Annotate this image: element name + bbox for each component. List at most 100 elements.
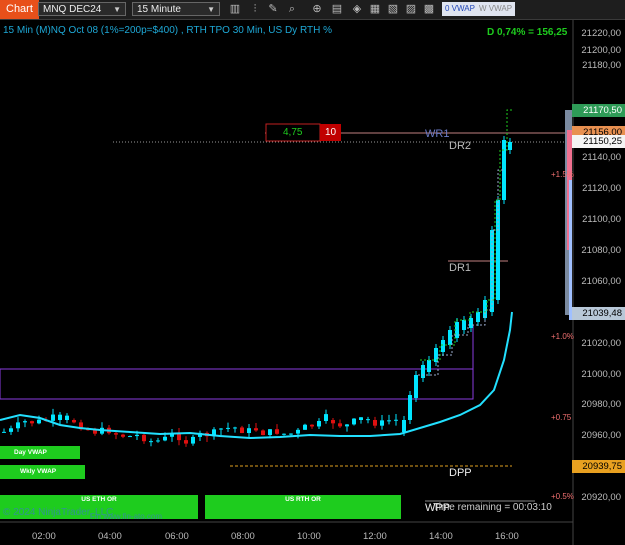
candle-body	[163, 436, 167, 441]
candle-body	[191, 436, 195, 444]
candle-body	[16, 422, 20, 429]
us-eth-or-label: US ETH OR	[81, 496, 117, 503]
candle-body	[414, 375, 418, 398]
candle-body	[37, 419, 41, 424]
time-axis-tick: 10:00	[297, 531, 321, 542]
candle-body	[72, 420, 76, 423]
candle-body	[338, 423, 342, 427]
day-vwap-label: Day VWAP	[14, 449, 47, 456]
candle-body	[275, 429, 279, 434]
candle-body	[421, 365, 425, 378]
wr1-label: WR1	[425, 128, 450, 140]
candle-body	[65, 415, 69, 420]
candle-body	[387, 420, 391, 422]
candle-body	[58, 414, 62, 420]
candle-body	[441, 340, 445, 352]
price-axis-tick: 21020,00	[581, 338, 621, 349]
candle-body	[261, 430, 265, 436]
dpp-label: DPP	[449, 467, 472, 479]
price-axis-tick: 21100,00	[582, 214, 621, 225]
price-chart[interactable]	[0, 0, 625, 545]
candle-body	[310, 424, 314, 427]
candle-body	[156, 440, 160, 442]
percent-label: +0.5%	[551, 492, 574, 501]
candle-body	[380, 420, 384, 426]
price-axis-tick: 21080,00	[581, 245, 621, 256]
candle-body	[30, 421, 34, 424]
candle-body	[317, 420, 321, 427]
price-label-dpp: 20939,75	[572, 460, 625, 473]
candle-body	[296, 429, 300, 434]
price-label-high: 21170,50	[572, 104, 625, 117]
percent-label: +0.75	[551, 413, 572, 422]
weekly-vwap-box: Wkly VWAP	[0, 465, 85, 479]
candle-body	[114, 433, 118, 435]
candle-body	[508, 142, 512, 150]
price-axis-tick: 20920,00	[581, 492, 621, 503]
candle-body	[219, 428, 223, 430]
time-axis-tick: 04:00	[98, 531, 122, 542]
price-axis-tick: 21060,00	[581, 276, 621, 287]
time-axis-tick: 14:00	[429, 531, 453, 542]
candle-body	[331, 420, 335, 424]
candle-body	[254, 428, 258, 431]
candle-body	[268, 429, 272, 436]
time-axis-tick: 02:00	[32, 531, 56, 542]
time-axis-tick: 12:00	[363, 531, 387, 542]
order-price-label[interactable]: 4,75	[283, 127, 302, 138]
candle-body	[226, 427, 230, 429]
candle-body	[324, 414, 328, 421]
candle-body	[352, 418, 356, 425]
day-vwap-box: Day VWAP	[0, 446, 80, 459]
candle-body	[9, 428, 13, 432]
candle-body	[483, 300, 487, 318]
candle-body	[402, 420, 406, 432]
candle-body	[233, 427, 237, 429]
candle-body	[282, 433, 286, 435]
percent-label: +1.5%	[551, 170, 574, 179]
candle-body	[476, 312, 480, 322]
profile-bar-blue	[569, 180, 572, 320]
price-axis-tick: 20980,00	[581, 399, 621, 410]
price-axis-tick: 21120,00	[582, 183, 621, 194]
dr2-label: DR2	[449, 140, 472, 152]
candle-body	[121, 434, 125, 437]
candle-body	[394, 419, 398, 421]
range-box-outer	[0, 368, 474, 400]
candle-body	[142, 434, 146, 442]
candle-body	[289, 433, 293, 435]
time-axis-tick: 08:00	[231, 531, 255, 542]
candle-body	[51, 414, 55, 421]
price-axis-tick: 21000,00	[581, 369, 621, 380]
price-axis-tick: 21220,00	[581, 28, 621, 39]
candle-body	[177, 433, 181, 441]
candle-body	[247, 428, 251, 434]
order-qty-label[interactable]: 10	[325, 127, 336, 138]
candle-body	[303, 424, 307, 430]
candle-body	[408, 395, 412, 420]
candle-body	[373, 420, 377, 426]
candle-body	[462, 320, 466, 330]
candle-body	[128, 436, 132, 438]
candlestick-series	[2, 136, 512, 447]
candle-body	[184, 440, 188, 444]
candle-body	[149, 441, 153, 443]
candle-body	[240, 427, 244, 434]
candle-body	[359, 417, 363, 420]
us-rth-or-box: US RTH OR	[205, 495, 401, 519]
dr1-label: DR1	[449, 262, 472, 274]
time-axis-tick: 06:00	[165, 531, 189, 542]
candle-body	[345, 424, 349, 427]
time-axis-tick: 16:00	[495, 531, 519, 542]
candle-body	[135, 434, 139, 437]
price-label-last: 21150,25	[572, 135, 625, 148]
price-axis-tick: 21200,00	[581, 45, 621, 56]
candle-body	[427, 360, 431, 372]
candle-body	[23, 421, 27, 423]
price-axis-tick: 20960,00	[581, 430, 621, 441]
price-axis-tick: 21140,00	[582, 152, 621, 163]
candle-body	[366, 419, 370, 421]
site-watermark: Fin www.fin-ato.com	[90, 512, 163, 521]
weekly-vwap-label: Wkly VWAP	[20, 468, 57, 475]
candle-body	[455, 322, 459, 338]
